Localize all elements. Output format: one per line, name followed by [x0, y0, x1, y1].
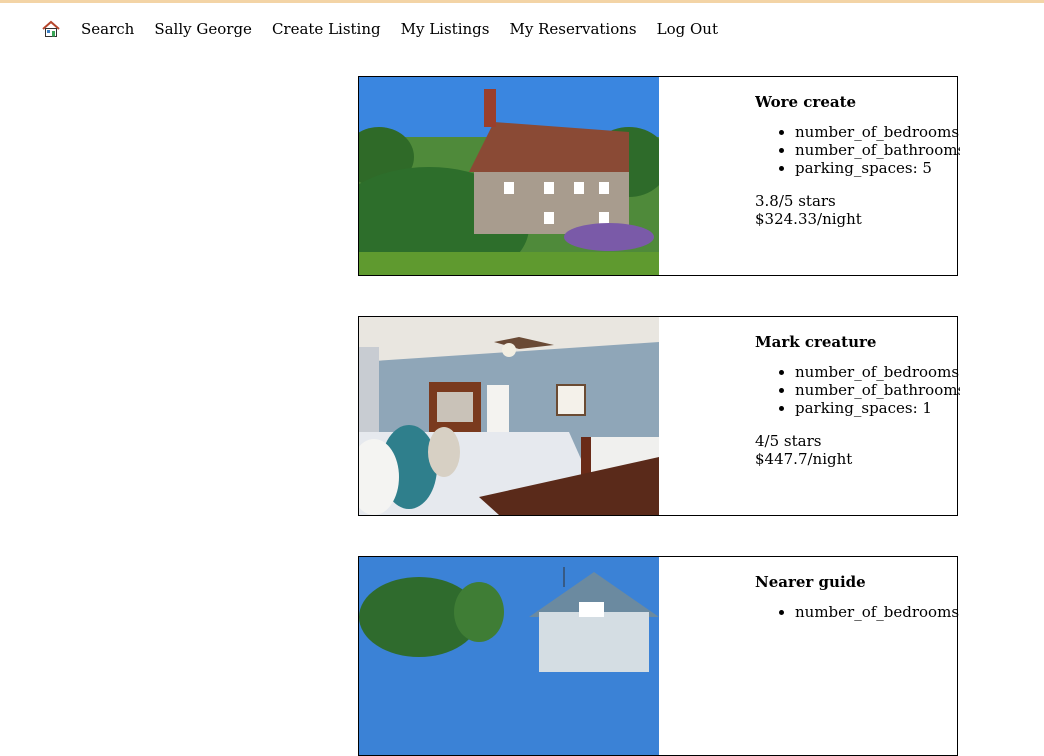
- listing-rating: 4/5 stars: [755, 432, 822, 450]
- listing-card[interactable]: Nearer guide number_of_bedrooms: 2: [358, 556, 960, 756]
- listing-title[interactable]: Nearer guide: [755, 573, 960, 591]
- listing-info: Wore create number_of_bedrooms: 0 number…: [755, 93, 960, 228]
- feature-item: parking_spaces: 5: [795, 159, 960, 177]
- feature-item: number_of_bedrooms: 4: [795, 363, 960, 381]
- nav-create-listing[interactable]: Create Listing: [272, 19, 381, 39]
- nav-my-listings[interactable]: My Listings: [401, 19, 490, 39]
- nav-my-reservations[interactable]: My Reservations: [509, 19, 636, 39]
- listing-photo[interactable]: [359, 77, 659, 275]
- listing-features: number_of_bedrooms: 0 number_of_bathroom…: [755, 123, 960, 177]
- top-navigation: Search Sally George Create Listing My Li…: [42, 18, 738, 40]
- feature-item: parking_spaces: 1: [795, 399, 960, 417]
- feature-item: number_of_bathrooms: 6: [795, 381, 960, 399]
- listing-rating: 3.8/5 stars: [755, 192, 836, 210]
- feature-item: number_of_bathrooms: 3: [795, 141, 960, 159]
- listing-info: Mark creature number_of_bedrooms: 4 numb…: [755, 333, 960, 468]
- listing-price: $324.33/night: [755, 210, 862, 228]
- listing-features: number_of_bedrooms: 2: [755, 603, 960, 621]
- listing-photo[interactable]: [359, 317, 659, 515]
- feature-item: number_of_bedrooms: 2: [795, 603, 960, 621]
- feature-item: number_of_bedrooms: 0: [795, 123, 960, 141]
- listing-info: Nearer guide number_of_bedrooms: 2: [755, 573, 960, 621]
- nav-log-out[interactable]: Log Out: [657, 19, 718, 39]
- nav-search[interactable]: Search: [81, 19, 134, 39]
- home-icon: [42, 20, 60, 37]
- listing-title[interactable]: Mark creature: [755, 333, 960, 351]
- listing-card[interactable]: Mark creature number_of_bedrooms: 4 numb…: [358, 316, 960, 516]
- listing-features: number_of_bedrooms: 4 number_of_bathroom…: [755, 363, 960, 417]
- listing-price: $447.7/night: [755, 450, 853, 468]
- listing-title[interactable]: Wore create: [755, 93, 960, 111]
- listing-photo[interactable]: [359, 557, 659, 755]
- window-top-border: [0, 0, 1044, 3]
- nav-user-profile[interactable]: Sally George: [154, 19, 252, 39]
- listing-card[interactable]: Wore create number_of_bedrooms: 0 number…: [358, 76, 960, 276]
- home-link[interactable]: [42, 20, 60, 38]
